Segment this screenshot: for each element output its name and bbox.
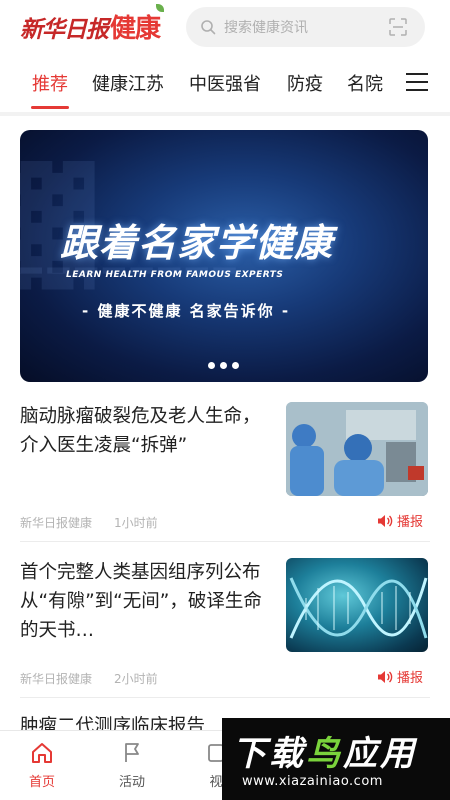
- divider: [20, 541, 430, 542]
- search-icon: [201, 20, 216, 35]
- speaker-icon: [378, 514, 393, 527]
- scan-icon[interactable]: [389, 18, 407, 36]
- active-tab-indicator: [31, 106, 69, 109]
- news-meta: 新华日报健康 2小时前: [20, 670, 158, 687]
- news-item[interactable]: 脑动脉瘤破裂危及老人生命，介入医生凌晨“拆弹” 新华日报健康 1小时前 播报: [20, 402, 430, 532]
- banner-subtitle: LEARN HEALTH FROM FAMOUS EXPERTS: [66, 270, 284, 280]
- listen-label: 播报: [397, 515, 424, 530]
- banner-slogan: - 健康不健康 名家告诉你 -: [82, 302, 291, 320]
- nav-home[interactable]: 首页: [12, 741, 72, 790]
- dna-helix: [289, 577, 428, 639]
- news-title[interactable]: 脑动脉瘤破裂危及老人生命，介入医生凌晨“拆弹”: [20, 402, 265, 460]
- banner-carousel[interactable]: ▓ ━━━━━━━━ 跟着名家学健康 LEARN HEALTH FROM FAM…: [20, 130, 428, 382]
- watermark-brand: 下载鸟应用: [232, 734, 417, 774]
- news-title[interactable]: 首个完整人类基因组序列公布 从“有隙”到“无间”，破译生命的天书…: [20, 558, 265, 645]
- divider: [20, 697, 430, 698]
- listen-button[interactable]: 播报: [377, 511, 423, 530]
- surgery-photo: [286, 402, 428, 496]
- news-time: 1小时前: [114, 516, 158, 530]
- news-source: 新华日报健康: [20, 672, 93, 686]
- home-icon: [32, 743, 52, 763]
- app-logo: 新华日报 健康: [20, 4, 165, 45]
- listen-button[interactable]: 播报: [377, 667, 423, 686]
- search-input[interactable]: 搜索健康资讯: [186, 7, 425, 47]
- nav-video-label: 视: [209, 775, 223, 790]
- category-tabs: 推荐 健康江苏 中医强省 防疫 名院: [0, 60, 450, 110]
- news-thumbnail[interactable]: [286, 558, 428, 652]
- nav-activity-label: 活动: [118, 775, 145, 790]
- logo-health-text: 健康: [110, 4, 165, 45]
- leaf-icon: [156, 4, 165, 12]
- listen-label: 播报: [397, 671, 424, 686]
- logo-script-text: 新华日报: [20, 16, 109, 43]
- carousel-dot[interactable]: [220, 362, 227, 369]
- nav-activity[interactable]: 活动: [102, 741, 162, 790]
- news-source: 新华日报健康: [20, 516, 93, 530]
- carousel-dots: [208, 362, 239, 369]
- news-meta: 新华日报健康 1小时前: [20, 514, 158, 531]
- watermark-overlay: 下载鸟应用 www.xiazainiao.com: [222, 718, 450, 800]
- tab-recommend[interactable]: 推荐: [32, 70, 68, 96]
- flag-icon: [125, 743, 139, 762]
- menu-icon[interactable]: [406, 73, 428, 91]
- banner-title: 跟着名家学健康: [60, 221, 334, 265]
- tab-hospitals[interactable]: 名院: [347, 70, 383, 96]
- search-placeholder: 搜索健康资讯: [224, 20, 308, 36]
- app-header: 新华日报 健康 搜索健康资讯: [0, 0, 450, 56]
- carousel-dot[interactable]: [208, 362, 215, 369]
- carousel-dot[interactable]: [232, 362, 239, 369]
- news-thumbnail[interactable]: [286, 402, 428, 496]
- nav-home-label: 首页: [28, 775, 55, 790]
- watermark-url: www.xiazainiao.com: [242, 774, 383, 789]
- divider: [0, 112, 450, 116]
- news-time: 2小时前: [114, 672, 158, 686]
- news-item[interactable]: 首个完整人类基因组序列公布 从“有隙”到“无间”，破译生命的天书… 新华日报健康…: [20, 558, 430, 688]
- tab-epidemic[interactable]: 防疫: [287, 70, 323, 96]
- tab-tcm[interactable]: 中医强省: [189, 70, 261, 96]
- tab-health-jiangsu[interactable]: 健康江苏: [92, 70, 164, 96]
- speaker-icon: [378, 670, 393, 683]
